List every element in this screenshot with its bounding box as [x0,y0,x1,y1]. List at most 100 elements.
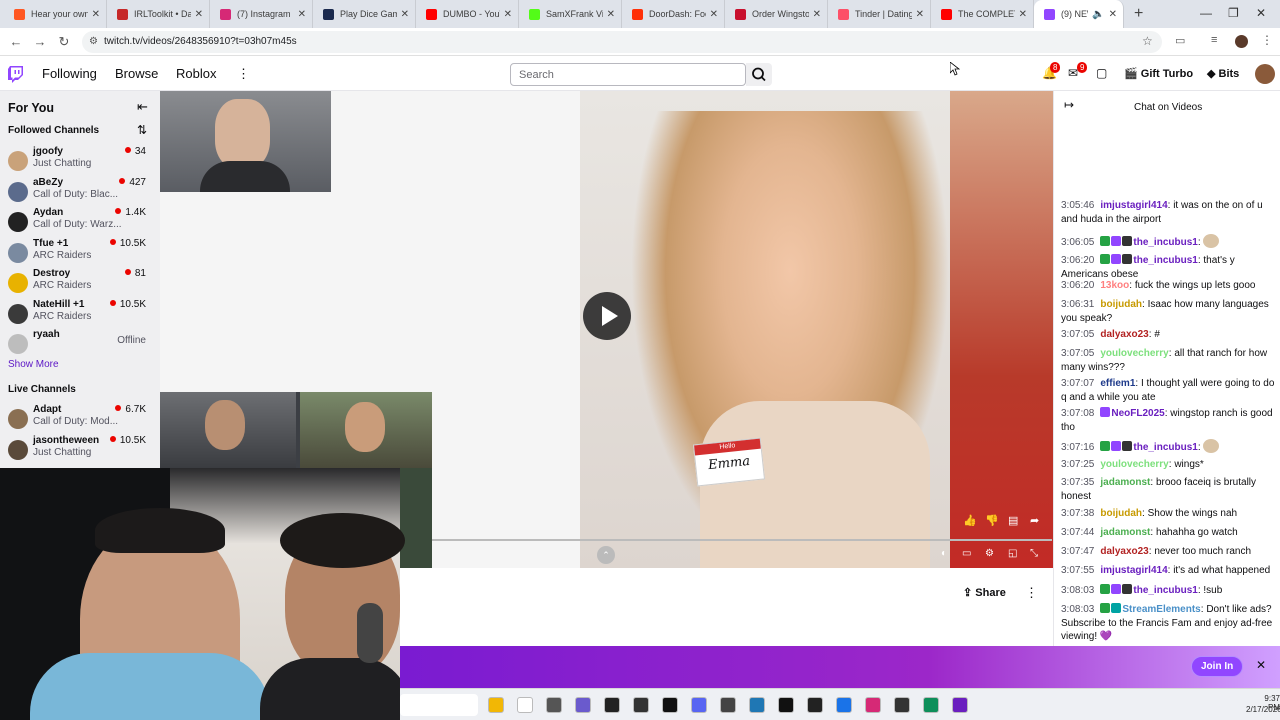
sidebar-channel[interactable]: NateHill +1 ARC Raiders 10.5K [0,299,160,329]
whispers-icon[interactable]: ▢ [1096,66,1107,80]
tab-close-icon[interactable]: ✕ [195,9,203,20]
video-more-icon[interactable]: ⋮ [1025,585,1038,601]
chat-username[interactable]: the_incubus1 [1133,255,1197,266]
chat-badge-icon[interactable] [1122,254,1133,264]
chat-badge-icon[interactable] [1100,236,1111,246]
browser-tab[interactable]: Tinder | Dating ✕ [828,0,931,28]
maximize-icon[interactable]: ❐ [1228,6,1239,20]
chat-username[interactable]: 13koo [1100,280,1129,291]
tab-audio-icon[interactable]: 🔈 [1092,9,1104,20]
chat-badge-icon[interactable] [1122,584,1133,594]
browser-tab[interactable]: Hear your own ✕ [4,0,107,28]
chat-username[interactable]: dalyaxo23 [1100,329,1148,340]
chat-username[interactable]: youlovecherry [1100,348,1168,359]
tab-close-icon[interactable]: ✕ [1019,9,1027,20]
chat-username[interactable]: the_incubus1 [1133,585,1197,596]
seek-bar[interactable] [432,539,1052,541]
taskbar-app-icon[interactable] [691,697,707,713]
nav-roblox[interactable]: Roblox [176,66,216,81]
tab-close-icon[interactable]: ✕ [92,9,100,20]
chat-username[interactable]: youlovecherry [1100,459,1168,470]
captions-icon[interactable]: ▭ [962,548,971,559]
search-input[interactable]: Search [510,63,746,86]
like-icon[interactable]: 👍 [963,514,977,527]
new-tab-button[interactable]: + [1134,5,1143,23]
profile-avatar[interactable] [1235,35,1248,48]
show-more-link[interactable]: Show More [8,359,59,370]
browser-tab[interactable]: DoorDash: Foo ✕ [622,0,725,28]
tab-close-icon[interactable]: ✕ [401,9,409,20]
chat-badge-icon[interactable] [1111,584,1122,594]
taskbar-app-icon[interactable] [923,697,939,713]
sidebar-channel[interactable]: Adapt Call of Duty: Mod... 6.7K [0,404,160,434]
browser-tab[interactable]: (7) Instagram ✕ [210,0,313,28]
chat-badge-icon[interactable] [1100,407,1111,417]
tab-search-icon[interactable]: ≡ [1211,34,1217,46]
autoplay-toggle-icon[interactable]: ◐ [941,548,947,559]
chat-badge-icon[interactable] [1111,236,1122,246]
url-field[interactable]: ⚙ twitch.tv/videos/2648356910?t=03h07m45… [82,31,1162,53]
bookmark-star-icon[interactable]: ☆ [1142,34,1153,48]
chat-username[interactable]: NeoFL2025 [1111,408,1164,419]
browser-tab[interactable]: IRLToolkit • Das ✕ [107,0,210,28]
chat-badge-icon[interactable] [1100,584,1111,594]
sort-icon[interactable]: ⇅ [137,123,147,137]
chat-username[interactable]: jadamonst [1100,477,1150,488]
sidebar-channel[interactable]: Aydan Call of Duty: Warz... 1.4K [0,207,160,237]
taskbar-app-icon[interactable] [865,697,881,713]
reload-icon[interactable]: ↻ [52,34,76,50]
tab-close-icon[interactable]: ✕ [504,9,512,20]
chat-badge-icon[interactable] [1100,603,1111,613]
tab-close-icon[interactable]: ✕ [916,9,924,20]
chat-badge-icon[interactable] [1100,441,1111,451]
chat-badge-icon[interactable] [1111,603,1122,613]
cast-icon[interactable]: ▭ [1175,34,1185,47]
chat-username[interactable]: boijudah [1100,299,1142,310]
tab-close-icon[interactable]: ✕ [298,9,306,20]
taskbar-app-icon[interactable] [633,697,649,713]
banner-close-icon[interactable]: ✕ [1256,658,1266,672]
browser-tab[interactable]: SamXFrank Vid ✕ [519,0,622,28]
back-icon[interactable]: ← [4,34,28,49]
minimize-icon[interactable]: — [1200,6,1212,20]
chat-badge-icon[interactable] [1111,441,1122,451]
taskbar-search[interactable] [400,694,478,716]
chat-username[interactable]: imjustagirl414 [1100,200,1167,211]
sidebar-channel[interactable]: jgoofy Just Chatting 34 [0,146,160,176]
comment-icon[interactable]: ▤ [1008,514,1018,527]
chat-username[interactable]: boijudah [1100,508,1142,519]
share-arrow-icon[interactable]: ➦ [1030,514,1039,527]
taskbar-app-icon[interactable] [836,697,852,713]
user-avatar[interactable] [1255,64,1275,84]
search-button[interactable] [746,63,772,86]
tab-close-icon[interactable]: ✕ [710,9,718,20]
bits-button[interactable]: ◆ Bits [1207,67,1239,80]
join-in-button[interactable]: Join In [1191,656,1244,677]
chat-username[interactable]: effiem1 [1100,378,1135,389]
gift-turbo-button[interactable]: 🎬 Gift Turbo [1124,67,1193,80]
taskbar-app-icon[interactable] [662,697,678,713]
sidebar-channel[interactable]: aBeZy Call of Duty: Blac... 427 [0,177,160,207]
play-button[interactable] [583,292,631,340]
share-button[interactable]: ⇪ Share [963,586,1006,599]
chat-username[interactable]: StreamElements [1122,604,1200,615]
tab-close-icon[interactable]: ✕ [813,9,821,20]
miniplayer-icon[interactable]: ◱ [1008,548,1017,559]
nav-browse[interactable]: Browse [115,66,158,81]
tab-close-icon[interactable]: ✕ [1109,9,1117,20]
collapse-sidebar-icon[interactable]: ⇤ [137,99,148,115]
browser-menu-icon[interactable]: ⋮ [1261,33,1273,47]
taskbar-app-icon[interactable] [894,697,910,713]
browser-tab[interactable]: Play Dice Gamb ✕ [313,0,416,28]
settings-icon[interactable]: ⚙ [985,548,994,559]
chat-username[interactable]: dalyaxo23 [1100,546,1148,557]
taskbar-app-icon[interactable] [575,697,591,713]
nav-following[interactable]: Following [42,66,97,81]
taskbar-app-icon[interactable] [604,697,620,713]
chat-badge-icon[interactable] [1122,441,1133,451]
close-window-icon[interactable]: ✕ [1256,6,1266,20]
taskbar-app-icon[interactable] [720,697,736,713]
chat-badge-icon[interactable] [1122,236,1133,246]
taskbar-app-icon[interactable] [517,697,533,713]
more-options-icon[interactable]: ⋮ [237,66,250,82]
